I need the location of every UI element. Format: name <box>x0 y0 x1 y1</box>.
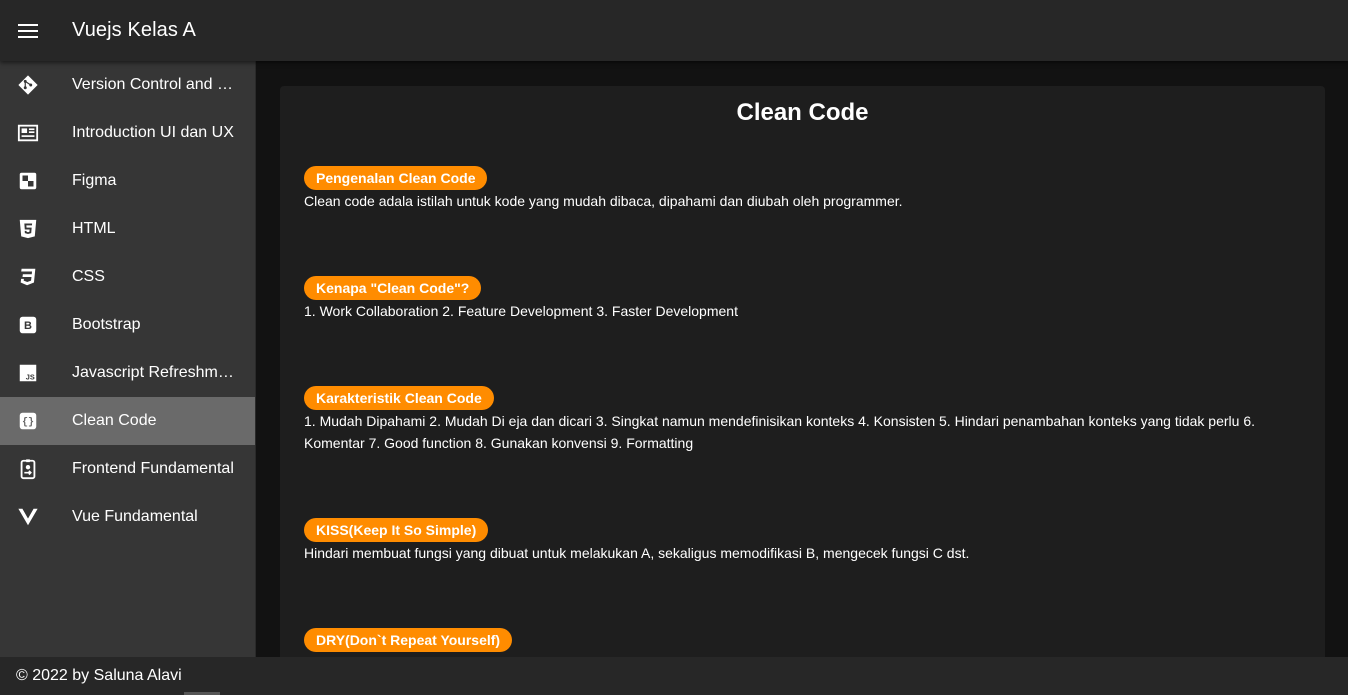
sidebar-item-version-control[interactable]: Version Control and Branch Management <box>0 61 255 109</box>
main-content: Clean Code Pengenalan Clean Code Clean c… <box>256 61 1348 657</box>
svg-text:B: B <box>24 320 32 332</box>
sidebar-item-label: Bootstrap <box>72 316 141 333</box>
menu-button[interactable] <box>0 0 56 61</box>
sidebar-item-label: Vue Fundamental <box>72 508 198 525</box>
sidebar-item-intro-ui-ux[interactable]: Introduction UI dan UX <box>0 109 255 157</box>
sidebar-item-clean-code[interactable]: {} Clean Code <box>0 397 255 445</box>
sidebar-item-label: Clean Code <box>72 412 157 429</box>
figma-icon <box>0 157 56 205</box>
section-text: 1. Work Collaboration 2. Feature Develop… <box>304 303 738 319</box>
page-title: Clean Code <box>736 99 869 126</box>
section-chip: DRY(Don`t Repeat Yourself) <box>304 628 513 652</box>
sidebar-item-bootstrap[interactable]: B Bootstrap <box>0 301 255 349</box>
section-karakteristik: Karakteristik Clean Code 1. Mudah Dipaha… <box>304 386 1304 454</box>
html5-icon <box>0 205 56 253</box>
svg-text:{}: {} <box>22 417 34 429</box>
section-pengenalan: Pengenalan Clean Code Clean code adala i… <box>304 166 1304 212</box>
vuejs-icon <box>0 493 56 541</box>
sidebar-item-vue-fundamental[interactable]: Vue Fundamental <box>0 493 255 541</box>
badge-account-icon <box>0 445 56 493</box>
bootstrap-icon: B <box>0 301 56 349</box>
newspaper-icon <box>0 109 56 157</box>
sidebar-item-css[interactable]: CSS <box>0 253 255 301</box>
git-icon <box>0 61 56 109</box>
section-chip: Karakteristik Clean Code <box>304 386 494 410</box>
section-kiss: KISS(Keep It So Simple) Hindari membuat … <box>304 518 1304 564</box>
section-kenapa: Kenapa "Clean Code"? 1. Work Collaborati… <box>304 276 1304 322</box>
section-text: Hindari membuat fungsi yang dibuat untuk… <box>304 545 970 561</box>
sidebar-item-label: Frontend Fundamental <box>72 460 234 477</box>
section-chip: Pengenalan Clean Code <box>304 166 488 190</box>
app-bar: Vuejs Kelas A <box>0 0 1348 61</box>
sidebar-item-html[interactable]: HTML <box>0 205 255 253</box>
menu-icon <box>18 23 38 38</box>
sidebar-item-javascript[interactable]: JS Javascript Refreshment <box>0 349 255 397</box>
sidebar-item-label: Introduction UI dan UX <box>72 124 234 141</box>
code-braces-icon: {} <box>0 397 56 445</box>
sidebar-item-frontend-fundamental[interactable]: Frontend Fundamental <box>0 445 255 493</box>
content-card: Clean Code Pengenalan Clean Code Clean c… <box>280 86 1325 657</box>
svg-text:JS: JS <box>26 372 35 381</box>
section-dry: DRY(Don`t Repeat Yourself) <box>304 628 1304 652</box>
sidebar-item-label: HTML <box>72 220 116 237</box>
javascript-icon: JS <box>0 349 56 397</box>
footer-copyright: © 2022 by Saluna Alavi <box>16 667 182 684</box>
sidebar-item-label: Figma <box>72 172 117 189</box>
sidebar-item-label: Javascript Refreshment <box>72 364 240 381</box>
app-title: Vuejs Kelas A <box>72 19 196 41</box>
sidebar-item-figma[interactable]: Figma <box>0 157 255 205</box>
section-text: Clean code adala istilah untuk kode yang… <box>304 193 903 209</box>
section-chip: KISS(Keep It So Simple) <box>304 518 489 542</box>
sidebar-item-label: CSS <box>72 268 105 285</box>
css3-icon <box>0 253 56 301</box>
footer: © 2022 by Saluna Alavi <box>0 657 1348 695</box>
sidebar-item-label: Version Control and Branch Management <box>72 76 240 93</box>
sidebar: Version Control and Branch Management In… <box>0 61 256 657</box>
section-text: 1. Mudah Dipahami 2. Mudah Di eja dan di… <box>304 413 1256 451</box>
section-chip: Kenapa "Clean Code"? <box>304 276 482 300</box>
